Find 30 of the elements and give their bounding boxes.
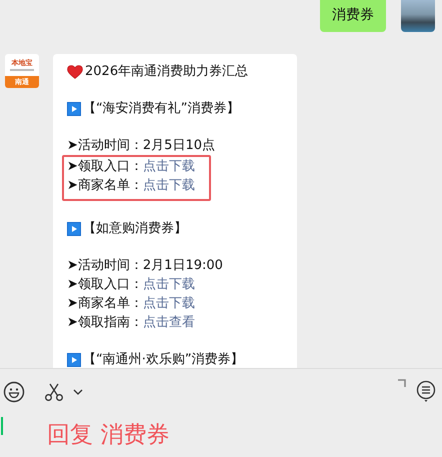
section-title: 【“南通州·欢乐购”消费券】 (83, 351, 244, 368)
download-link[interactable]: 点击下载 (142, 157, 195, 176)
caret-icon[interactable] (73, 389, 83, 395)
corner-mark-icon (398, 379, 406, 387)
field-label: ➤活动时间： (67, 257, 143, 275)
field-label: ➤领取指南： (67, 314, 143, 332)
avatar-photo-placeholder (401, 0, 435, 32)
field-value: 2月5日10点 (142, 137, 215, 155)
field-label: ➤商家名单： (67, 177, 143, 195)
text-cursor (1, 417, 3, 435)
download-link[interactable]: 点击查看 (142, 313, 195, 332)
chat-history-icon[interactable] (416, 380, 436, 404)
reply-annotation: 回复 消费券 (47, 421, 170, 449)
play-icon (67, 102, 81, 116)
section-title: 【如意购消费券】 (83, 220, 187, 238)
section-title: 【“海安消费有礼”消费券】 (83, 100, 240, 118)
field-label: ➤领取入口： (67, 158, 143, 176)
scissors-icon[interactable] (43, 381, 65, 403)
heart-icon (67, 64, 83, 78)
field-value: 2月1日19:00 (142, 257, 223, 275)
play-icon (67, 222, 81, 236)
field-label: ➤领取入口： (67, 276, 143, 294)
field-label: ➤商家名单： (67, 295, 143, 313)
sent-message-bubble: 消费券 (320, 0, 386, 32)
download-link[interactable]: 点击下载 (142, 294, 195, 313)
emoji-icon[interactable] (3, 381, 25, 403)
download-link[interactable]: 点击下载 (142, 176, 195, 195)
field-label: ➤活动时间： (67, 137, 143, 155)
message-heading: 2026年南通消费助力券汇总 (85, 63, 248, 81)
download-link[interactable]: 点击下载 (142, 275, 195, 294)
